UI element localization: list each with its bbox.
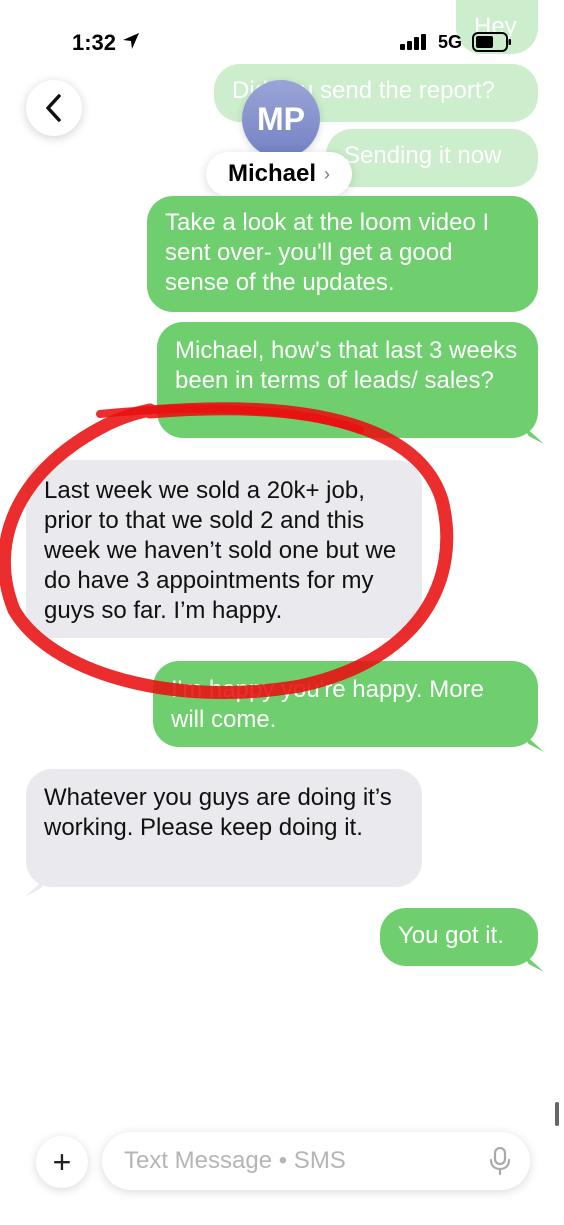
avatar-initials: MP	[257, 100, 305, 137]
scrollbar[interactable]	[555, 1102, 559, 1126]
microphone-icon[interactable]	[488, 1146, 512, 1176]
message-text: Whatever you guys are doing it’s working…	[44, 784, 392, 841]
contact-name-button[interactable]: Michael ›	[206, 152, 353, 196]
status-time: 1:32	[72, 30, 117, 55]
location-arrow-icon	[123, 33, 139, 49]
message-text: Last week we sold a 20k+ job, prior to t…	[44, 477, 397, 624]
message-bubble-sent[interactable]: You got it.	[380, 908, 538, 966]
chevron-right-icon: ›	[324, 163, 331, 184]
message-bubble-received[interactable]: Last week we sold a 20k+ job, prior to t…	[26, 460, 422, 638]
message-text: Sending it now	[344, 142, 502, 169]
contact-avatar[interactable]: MP	[242, 80, 320, 158]
add-attachment-button[interactable]: +	[36, 1136, 88, 1188]
chevron-left-icon	[46, 94, 61, 122]
network-type: 5G	[438, 32, 463, 52]
message-text: Take a look at the loom video I sent ove…	[165, 209, 490, 296]
back-button[interactable]	[26, 80, 82, 136]
message-bubble-sent[interactable]: I'm happy you're happy. More will come.	[153, 661, 538, 747]
message-text: Michael, how's that last 3 weeks been in…	[175, 337, 518, 394]
contact-name: Michael	[228, 160, 317, 187]
battery-icon	[472, 32, 511, 52]
message-text: I'm happy you're happy. More will come.	[171, 676, 484, 733]
message-bubble-sent[interactable]: Sending it now	[326, 129, 538, 187]
cellular-signal-icon	[400, 34, 426, 50]
message-bubble-sent[interactable]: Michael, how's that last 3 weeks been in…	[157, 322, 538, 438]
message-bubble-received[interactable]: Whatever you guys are doing it’s working…	[26, 769, 422, 887]
plus-icon: +	[52, 1143, 72, 1180]
message-text: You got it.	[398, 922, 504, 949]
message-bubble-sent[interactable]: Take a look at the loom video I sent ove…	[147, 196, 538, 312]
message-input-placeholder: Text Message • SMS	[124, 1147, 346, 1174]
